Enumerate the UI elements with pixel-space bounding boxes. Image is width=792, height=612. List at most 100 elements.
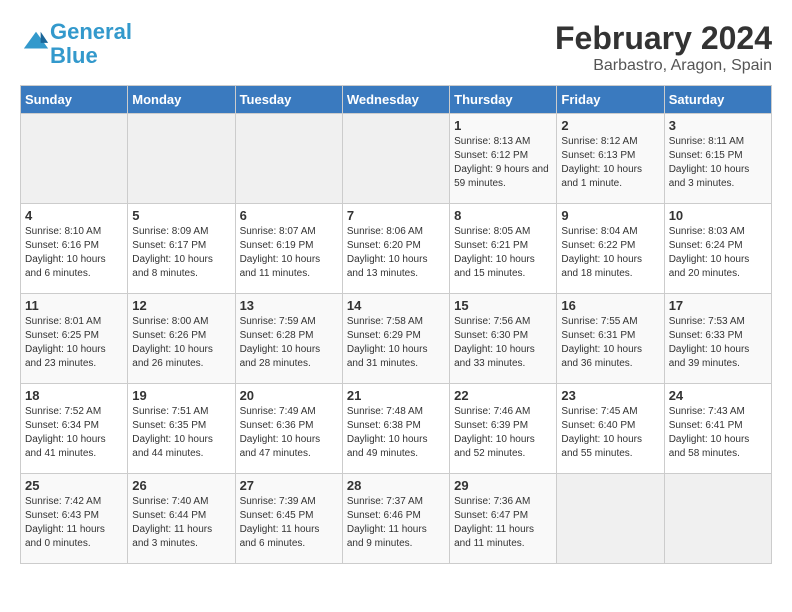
logo-blue: Blue [50, 43, 98, 68]
day-cell: 15 Sunrise: 7:56 AM Sunset: 6:30 PM Dayli… [450, 294, 557, 384]
logo: General Blue [20, 20, 132, 68]
day-info: Sunrise: 8:12 AM Sunset: 6:13 PM Dayligh… [561, 135, 659, 191]
day-info: Sunrise: 7:43 AM Sunset: 6:41 PM Dayligh… [669, 405, 767, 461]
day-info: Sunrise: 7:51 AM Sunset: 6:35 PM Dayligh… [132, 405, 230, 461]
day-number: 1 [454, 118, 552, 133]
day-number: 18 [25, 388, 123, 403]
day-info: Sunrise: 7:59 AM Sunset: 6:28 PM Dayligh… [240, 315, 338, 371]
day-cell: 5 Sunrise: 8:09 AM Sunset: 6:17 PM Daylig… [128, 204, 235, 294]
day-number: 29 [454, 478, 552, 493]
day-number: 9 [561, 208, 659, 223]
day-info: Sunrise: 7:37 AM Sunset: 6:46 PM Dayligh… [347, 495, 445, 551]
day-cell: 10 Sunrise: 8:03 AM Sunset: 6:24 PM Dayli… [664, 204, 771, 294]
column-header-saturday: Saturday [664, 86, 771, 114]
week-row: 25 Sunrise: 7:42 AM Sunset: 6:43 PM Dayli… [21, 474, 772, 564]
day-number: 8 [454, 208, 552, 223]
day-number: 26 [132, 478, 230, 493]
sub-title: Barbastro, Aragon, Spain [555, 57, 772, 75]
day-info: Sunrise: 8:03 AM Sunset: 6:24 PM Dayligh… [669, 225, 767, 281]
logo-text: General Blue [50, 20, 132, 68]
week-row: 18 Sunrise: 7:52 AM Sunset: 6:34 PM Dayli… [21, 384, 772, 474]
day-info: Sunrise: 8:09 AM Sunset: 6:17 PM Dayligh… [132, 225, 230, 281]
day-cell: 28 Sunrise: 7:37 AM Sunset: 6:46 PM Dayli… [342, 474, 449, 564]
day-cell: 22Sunrise: 7:46 AM Sunset: 6:39 PM Dayli… [450, 384, 557, 474]
day-info: Sunrise: 7:46 AM Sunset: 6:39 PM Dayligh… [454, 405, 552, 461]
day-cell [342, 114, 449, 204]
day-cell: 13 Sunrise: 7:59 AM Sunset: 6:28 PM Dayli… [235, 294, 342, 384]
day-info: Sunrise: 8:10 AM Sunset: 6:16 PM Dayligh… [25, 225, 123, 281]
day-cell: 19Sunrise: 7:51 AM Sunset: 6:35 PM Dayli… [128, 384, 235, 474]
day-info: Sunrise: 8:07 AM Sunset: 6:19 PM Dayligh… [240, 225, 338, 281]
day-info: Sunrise: 7:49 AM Sunset: 6:36 PM Dayligh… [240, 405, 338, 461]
day-cell: 12Sunrise: 8:00 AM Sunset: 6:26 PM Dayli… [128, 294, 235, 384]
day-number: 25 [25, 478, 123, 493]
day-cell [664, 474, 771, 564]
day-info: Sunrise: 7:56 AM Sunset: 6:30 PM Dayligh… [454, 315, 552, 371]
day-info: Sunrise: 7:42 AM Sunset: 6:43 PM Dayligh… [25, 495, 123, 551]
day-number: 5 [132, 208, 230, 223]
day-cell: 1Sunrise: 8:13 AM Sunset: 6:12 PM Daylig… [450, 114, 557, 204]
logo-icon [22, 28, 50, 56]
day-number: 10 [669, 208, 767, 223]
day-cell: 4 Sunrise: 8:10 AM Sunset: 6:16 PM Daylig… [21, 204, 128, 294]
column-header-thursday: Thursday [450, 86, 557, 114]
day-cell [128, 114, 235, 204]
day-number: 17 [669, 298, 767, 313]
day-cell: 16Sunrise: 7:55 AM Sunset: 6:31 PM Dayli… [557, 294, 664, 384]
day-cell: 27 Sunrise: 7:39 AM Sunset: 6:45 PM Dayli… [235, 474, 342, 564]
day-number: 11 [25, 298, 123, 313]
day-cell: 2 Sunrise: 8:12 AM Sunset: 6:13 PM Daylig… [557, 114, 664, 204]
day-number: 20 [240, 388, 338, 403]
day-cell: 8 Sunrise: 8:05 AM Sunset: 6:21 PM Daylig… [450, 204, 557, 294]
day-info: Sunrise: 8:00 AM Sunset: 6:26 PM Dayligh… [132, 315, 230, 371]
day-info: Sunrise: 7:48 AM Sunset: 6:38 PM Dayligh… [347, 405, 445, 461]
week-row: 1Sunrise: 8:13 AM Sunset: 6:12 PM Daylig… [21, 114, 772, 204]
day-number: 14 [347, 298, 445, 313]
day-number: 23 [561, 388, 659, 403]
week-row: 11 Sunrise: 8:01 AM Sunset: 6:25 PM Dayli… [21, 294, 772, 384]
title-area: February 2024 Barbastro, Aragon, Spain [555, 20, 772, 75]
column-header-monday: Monday [128, 86, 235, 114]
day-info: Sunrise: 8:05 AM Sunset: 6:21 PM Dayligh… [454, 225, 552, 281]
day-info: Sunrise: 8:04 AM Sunset: 6:22 PM Dayligh… [561, 225, 659, 281]
day-number: 24 [669, 388, 767, 403]
day-info: Sunrise: 8:06 AM Sunset: 6:20 PM Dayligh… [347, 225, 445, 281]
logo-general: General [50, 19, 132, 44]
day-number: 27 [240, 478, 338, 493]
day-info: Sunrise: 7:53 AM Sunset: 6:33 PM Dayligh… [669, 315, 767, 371]
column-header-wednesday: Wednesday [342, 86, 449, 114]
day-cell: 17 Sunrise: 7:53 AM Sunset: 6:33 PM Dayli… [664, 294, 771, 384]
day-number: 4 [25, 208, 123, 223]
day-number: 28 [347, 478, 445, 493]
column-header-friday: Friday [557, 86, 664, 114]
day-info: Sunrise: 7:45 AM Sunset: 6:40 PM Dayligh… [561, 405, 659, 461]
calendar-table: SundayMondayTuesdayWednesdayThursdayFrid… [20, 85, 772, 564]
day-number: 13 [240, 298, 338, 313]
day-cell: 6Sunrise: 8:07 AM Sunset: 6:19 PM Daylig… [235, 204, 342, 294]
day-cell: 26Sunrise: 7:40 AM Sunset: 6:44 PM Dayli… [128, 474, 235, 564]
day-cell [235, 114, 342, 204]
day-info: Sunrise: 7:58 AM Sunset: 6:29 PM Dayligh… [347, 315, 445, 371]
column-header-tuesday: Tuesday [235, 86, 342, 114]
column-header-sunday: Sunday [21, 86, 128, 114]
day-cell: 23 Sunrise: 7:45 AM Sunset: 6:40 PM Dayli… [557, 384, 664, 474]
day-number: 15 [454, 298, 552, 313]
header: General Blue February 2024 Barbastro, Ar… [20, 20, 772, 75]
day-info: Sunrise: 8:11 AM Sunset: 6:15 PM Dayligh… [669, 135, 767, 191]
day-cell: 29Sunrise: 7:36 AM Sunset: 6:47 PM Dayli… [450, 474, 557, 564]
day-cell [557, 474, 664, 564]
day-cell: 18 Sunrise: 7:52 AM Sunset: 6:34 PM Dayli… [21, 384, 128, 474]
day-number: 3 [669, 118, 767, 133]
day-cell: 14 Sunrise: 7:58 AM Sunset: 6:29 PM Dayli… [342, 294, 449, 384]
day-info: Sunrise: 7:39 AM Sunset: 6:45 PM Dayligh… [240, 495, 338, 551]
main-title: February 2024 [555, 20, 772, 57]
day-cell: 24 Sunrise: 7:43 AM Sunset: 6:41 PM Dayli… [664, 384, 771, 474]
day-info: Sunrise: 8:01 AM Sunset: 6:25 PM Dayligh… [25, 315, 123, 371]
day-cell: 25 Sunrise: 7:42 AM Sunset: 6:43 PM Dayli… [21, 474, 128, 564]
day-cell [21, 114, 128, 204]
day-number: 7 [347, 208, 445, 223]
day-number: 2 [561, 118, 659, 133]
day-cell: 7 Sunrise: 8:06 AM Sunset: 6:20 PM Daylig… [342, 204, 449, 294]
day-info: Sunrise: 7:52 AM Sunset: 6:34 PM Dayligh… [25, 405, 123, 461]
day-number: 16 [561, 298, 659, 313]
